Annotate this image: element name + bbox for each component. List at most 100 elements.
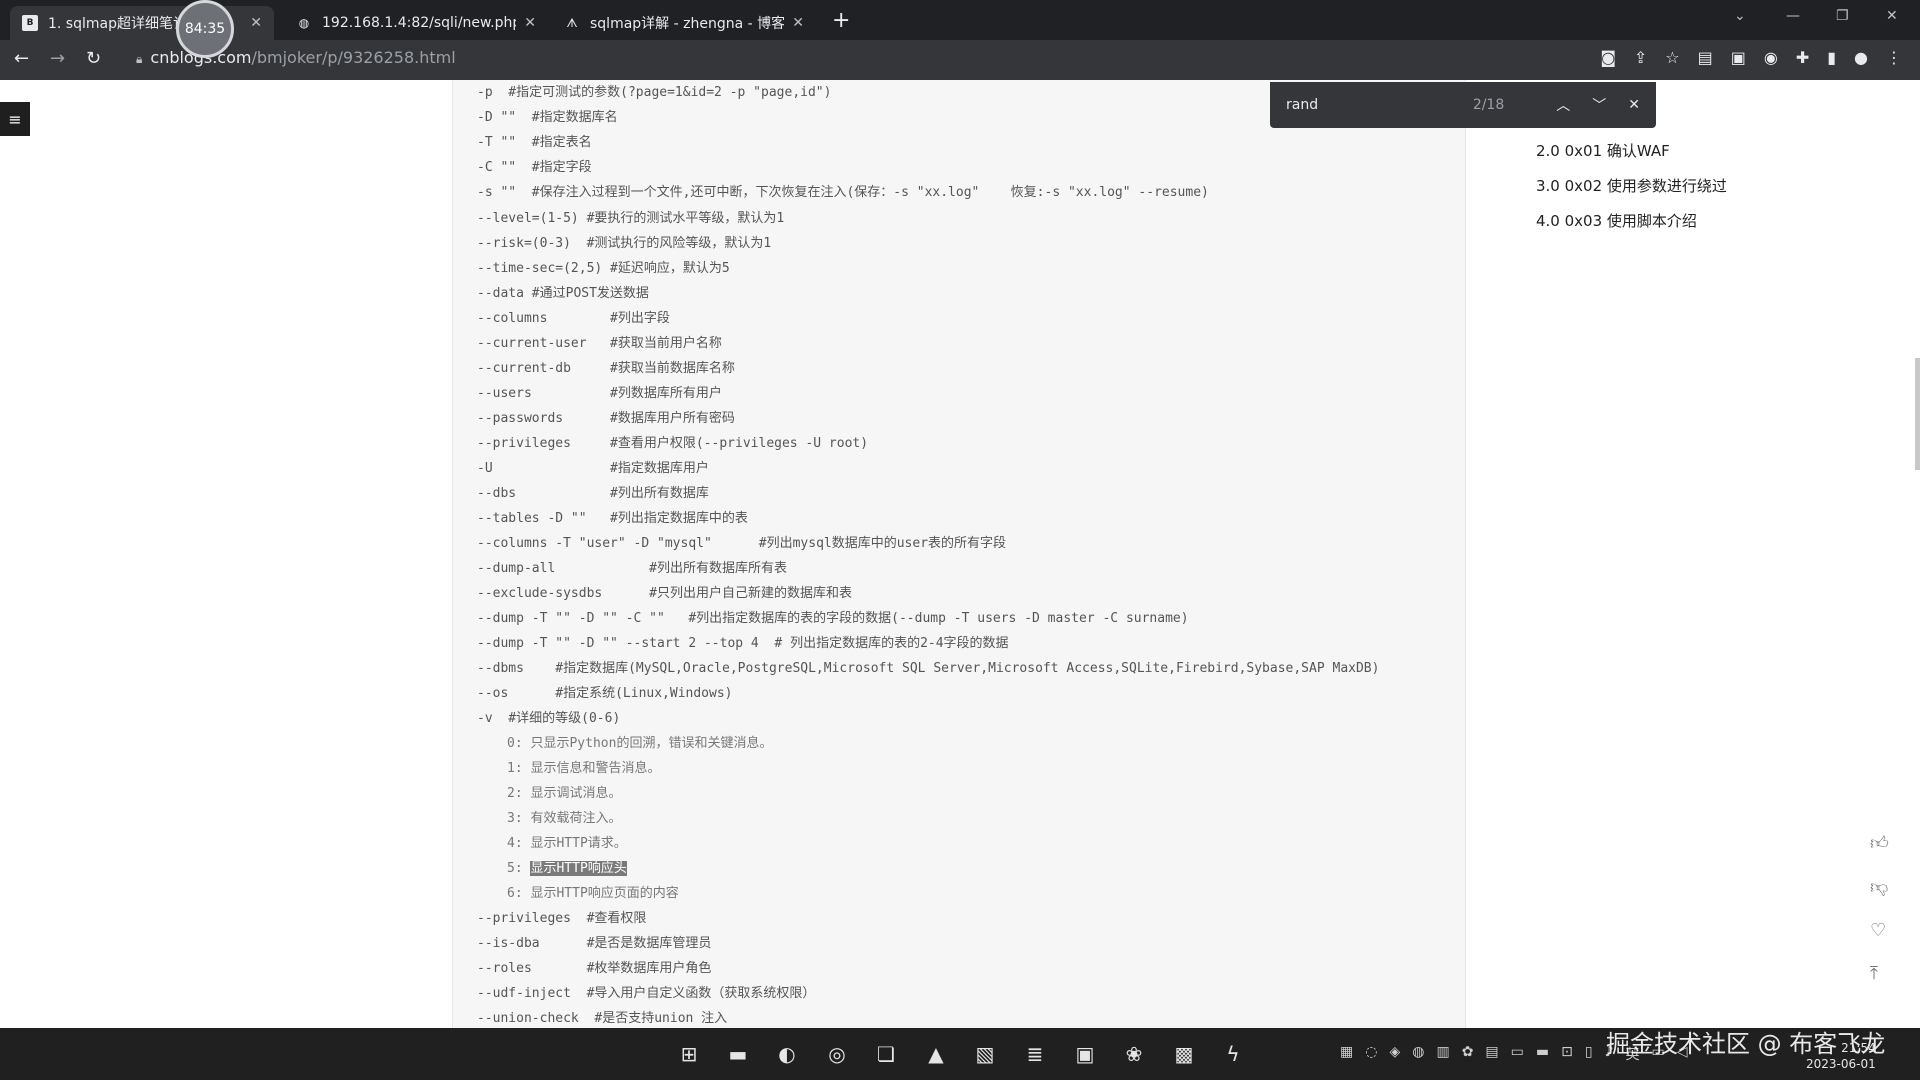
app-icon[interactable]: ϟ <box>1219 1040 1247 1068</box>
code-line: --columns -T "user" -D "mysql" #列出mysql数… <box>477 536 1007 551</box>
selected-text-highlight: 显示HTTP响应头 <box>530 861 627 876</box>
find-input[interactable]: rand <box>1286 97 1473 113</box>
toc-item[interactable]: 4.0 0x03 使用脚本介绍 <box>1536 204 1727 239</box>
tray-icon[interactable]: ✿ <box>1462 1044 1474 1064</box>
verbosity-line: 2: 显示调试消息。 <box>507 786 622 801</box>
close-tab-icon[interactable]: ✕ <box>524 15 536 31</box>
code-line: --is-dba #是否是数据库管理员 <box>477 936 712 951</box>
code-line: --columns #列出字段 <box>477 311 670 326</box>
close-tab-icon[interactable]: ✕ <box>250 15 262 31</box>
tab-title: 192.168.1.4:82/sqli/new.php? <box>322 15 517 31</box>
photos-icon[interactable]: ▧ <box>971 1040 999 1068</box>
verbosity-line: 6: 显示HTTP响应页面的内容 <box>507 886 679 901</box>
thumbs-down-icon[interactable]: 👎︎ <box>1870 876 1889 898</box>
cnblogs-favicon-icon: ᗑ <box>566 15 578 30</box>
find-close-icon[interactable]: ✕ <box>1628 97 1640 113</box>
toolbar-icons: ◙ ⇪ ☆ ▤ ▣ ◉ ✚ ▮ ● ⋮ <box>1600 48 1902 67</box>
bookmark-star-icon[interactable]: ☆ <box>1665 48 1679 67</box>
verbosity-line: 4: 显示HTTP请求。 <box>507 836 627 851</box>
code-block: -p #指定可测试的参数(?page=1&id=2 -p "page,id") … <box>452 80 1466 1028</box>
profile-icon[interactable]: ● <box>1854 48 1868 67</box>
code-line: --dbms #指定数据库(MySQL,Oracle,PostgreSQL,Mi… <box>477 661 1380 676</box>
terminal-icon[interactable]: ≣ <box>1021 1040 1049 1068</box>
code-line: --level=(1-5) #要执行的测试水平等级，默认为1 <box>477 211 785 226</box>
thumbs-up-icon[interactable]: 👍︎ <box>1870 832 1889 854</box>
app-icon[interactable]: ❀ <box>1120 1040 1148 1068</box>
tab-search-icon[interactable]: ⌄ <box>1734 8 1746 24</box>
code-line: --current-db #获取当前数据库名称 <box>477 361 735 376</box>
extensions-puzzle-icon[interactable]: ✚ <box>1796 48 1809 67</box>
code-line: --current-user #获取当前用户名称 <box>477 336 722 351</box>
back-icon[interactable]: ← <box>14 48 29 69</box>
restore-icon[interactable]: ❐ <box>1836 8 1849 24</box>
back-to-top-icon[interactable]: ⤒ <box>1870 963 1889 984</box>
reload-icon[interactable]: ↻ <box>86 48 101 69</box>
share-icon[interactable]: ⇪ <box>1634 48 1647 67</box>
page-scrollbar[interactable] <box>1915 358 1920 470</box>
task-view-icon[interactable]: ❏ <box>872 1040 900 1068</box>
tray-icon[interactable]: ◌ <box>1365 1044 1377 1064</box>
edge-browser-icon[interactable]: ◐ <box>773 1040 801 1068</box>
code-line: -T "" #指定表名 <box>477 135 592 150</box>
code-line: --dbs #列出所有数据库 <box>477 486 709 501</box>
tray-icon[interactable]: ▬ <box>1536 1044 1549 1064</box>
tray-icon[interactable]: ⊡ <box>1561 1044 1573 1064</box>
start-windows-icon[interactable]: ⊞ <box>675 1040 703 1068</box>
tab-sqlmap-notes[interactable]: B 1. sqlmap超详细笔记 ✕ <box>10 6 274 40</box>
taskbar-clock[interactable]: 21:54 2023-06-01 <box>1806 1040 1876 1072</box>
close-window-icon[interactable]: ✕ <box>1886 8 1898 24</box>
code-line: --roles #枚举数据库用户角色 <box>477 961 712 976</box>
clock-date: 2023-06-01 <box>1806 1057 1876 1071</box>
app-icon[interactable]: ▣ <box>1071 1040 1099 1068</box>
tab-sqli-new[interactable]: ◍ 192.168.1.4:82/sqli/new.php? ✕ <box>284 6 548 40</box>
toc-item[interactable]: 2.0 0x01 确认WAF <box>1536 134 1727 169</box>
find-bar: rand 2/18 ︿ ﹀ ✕ <box>1270 82 1656 128</box>
code-line: -C "" #指定字段 <box>477 160 592 175</box>
tray-icon[interactable]: ▤ <box>1485 1044 1498 1064</box>
pycharm-icon[interactable]: ▩ <box>1170 1040 1198 1068</box>
code-line: --risk=(0-3) #测试执行的风险等级，默认为1 <box>477 236 772 251</box>
hamburger-menu-icon[interactable]: ≡ <box>0 102 30 136</box>
tray-icon[interactable]: ▭ <box>1511 1044 1524 1064</box>
qr-extension-icon[interactable]: ▣ <box>1731 48 1746 67</box>
close-tab-icon[interactable]: ✕ <box>792 15 804 31</box>
verbosity-line: 1: 显示信息和警告消息。 <box>507 761 661 776</box>
code-line: --data #通过POST发送数据 <box>477 286 649 301</box>
tray-icon[interactable]: ◍ <box>1412 1044 1424 1064</box>
extension-badge-icon[interactable]: ▤ <box>1698 48 1713 67</box>
heart-icon[interactable]: ♡ <box>1870 920 1889 941</box>
code-line: -v #详细的等级(0-6) <box>477 711 621 726</box>
app-icon[interactable]: ▲ <box>922 1040 950 1068</box>
tray-icon[interactable]: ▯ <box>1585 1044 1593 1064</box>
tray-icon[interactable]: ▥ <box>1436 1044 1449 1064</box>
find-next-icon[interactable]: ﹀ <box>1592 95 1606 115</box>
lens-icon[interactable]: ◙ <box>1600 48 1616 67</box>
verbosity-prefix: 5: <box>507 861 531 876</box>
chrome-browser-icon[interactable]: ◎ <box>823 1040 851 1068</box>
clock-time: 21:54 <box>1841 1041 1876 1055</box>
tab-sqlmap-zhengna[interactable]: ᗑ sqlmap详解 - zhengna - 博客园 ✕ <box>552 6 816 40</box>
code-line: -U #指定数据库用户 <box>477 461 709 476</box>
find-previous-icon[interactable]: ︿ <box>1556 95 1570 115</box>
minimize-icon[interactable]: — <box>1786 8 1800 24</box>
menu-kebab-icon[interactable]: ⋮ <box>1886 48 1902 67</box>
tab-strip: B 1. sqlmap超详细笔记 ✕ ◍ 192.168.1.4:82/sqli… <box>0 0 1920 40</box>
cnblogs-favicon-icon: B <box>22 15 38 31</box>
code-line: --passwords #数据库用户所有密码 <box>477 411 735 426</box>
forward-icon[interactable]: → <box>50 48 65 69</box>
code-line: --dump -T "" -D "" -C "" #列出指定数据库的表的字段的数… <box>477 611 1189 626</box>
code-line: --dump-all #列出所有数据库所有表 <box>477 561 788 576</box>
address-bar[interactable]: 🔒︎cnblogs.com/bmjoker/p/9326258.html <box>136 48 456 67</box>
eye-extension-icon[interactable]: ◉ <box>1764 48 1778 67</box>
new-tab-button[interactable]: + <box>832 8 850 33</box>
toc-item[interactable]: 3.0 0x02 使用参数进行绕过 <box>1536 169 1727 204</box>
code-line: --users #列数据库所有用户 <box>477 386 722 401</box>
side-panel-icon[interactable]: ▮ <box>1827 48 1836 67</box>
shield-icon[interactable]: ◈ <box>1389 1044 1400 1064</box>
tab-title: sqlmap详解 - zhengna - 博客园 <box>590 16 785 32</box>
verbosity-line: 0: 只显示Python的回溯，错误和关键消息。 <box>507 736 773 751</box>
file-explorer-icon[interactable]: ▬ <box>724 1040 752 1068</box>
lock-icon: 🔒︎ <box>136 52 143 66</box>
tray-icon[interactable]: ▦ <box>1340 1044 1353 1064</box>
recording-timer: 84:35 <box>176 0 234 58</box>
